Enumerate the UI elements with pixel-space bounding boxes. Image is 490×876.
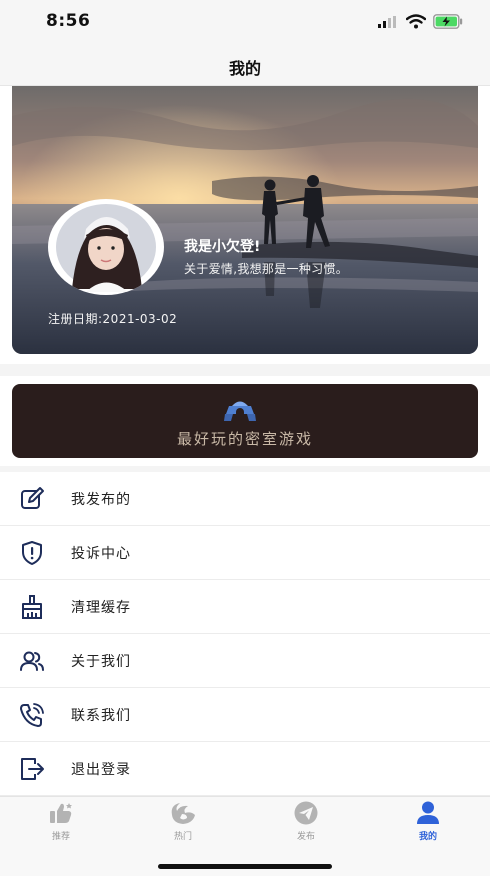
menu-item-complaint-center[interactable]: 投诉中心 <box>0 526 490 580</box>
logout-icon <box>21 758 44 780</box>
broom-icon <box>22 595 42 619</box>
shield-alert-icon <box>22 541 42 565</box>
game-banner[interactable]: 最好玩的密室游戏 <box>12 384 478 458</box>
users-icon <box>20 651 44 671</box>
menu-item-label: 联系我们 <box>71 708 131 724</box>
tab-mine[interactable]: 我的 <box>388 801 468 851</box>
phone-call-icon <box>20 703 44 727</box>
menu-item-contact-us[interactable]: 联系我们 <box>0 688 490 742</box>
send-icon <box>294 801 318 825</box>
menu-item-label: 我发布的 <box>71 492 131 508</box>
avatar[interactable] <box>48 199 164 295</box>
tab-label: 热门 <box>173 832 192 842</box>
user-icon <box>417 801 439 824</box>
banner-text: 最好玩的密室游戏 <box>176 430 313 448</box>
tab-publish[interactable]: 发布 <box>266 801 346 851</box>
page-title: 我的 <box>228 59 261 78</box>
thumbs-up-icon <box>50 803 72 823</box>
register-date-value: 2021-03-02 <box>102 312 178 326</box>
nav-bar: 我的 <box>0 44 490 86</box>
register-date-row: 注册日期:2021-03-02 <box>48 310 177 327</box>
username: 我是小欠登! <box>184 239 261 255</box>
status-bar: 8:56 <box>0 0 490 44</box>
menu-list: 我发布的 投诉中心 清理缓存 关于我们 联系我们 退出登录 <box>0 472 490 796</box>
menu-item-label: 关于我们 <box>71 654 131 670</box>
menu-item-about-us[interactable]: 关于我们 <box>0 634 490 688</box>
hot-swirl-icon <box>171 803 195 824</box>
register-date-label: 注册日期: <box>48 312 103 326</box>
avatar-image <box>56 204 156 292</box>
profile-card: 我是小欠登! 关于爱情,我想那是一种习惯。 注册日期:2021-03-02 <box>12 86 478 354</box>
user-bio: 关于爱情,我想那是一种习惯。 <box>184 262 349 276</box>
tab-label: 我的 <box>418 832 437 842</box>
signal-icon <box>378 16 396 28</box>
edit-icon <box>21 487 44 509</box>
menu-item-clear-cache[interactable]: 清理缓存 <box>0 580 490 634</box>
menu-item-my-posts[interactable]: 我发布的 <box>0 472 490 526</box>
status-time: 8:56 <box>46 11 91 31</box>
menu-item-label: 退出登录 <box>71 762 131 778</box>
tab-recommend[interactable]: 推荐 <box>21 801 101 851</box>
tab-hot[interactable]: 热门 <box>143 801 223 851</box>
battery-charging-icon <box>433 14 463 29</box>
menu-item-logout[interactable]: 退出登录 <box>0 742 490 796</box>
wifi-icon <box>406 14 426 29</box>
home-indicator <box>158 864 332 869</box>
tab-label: 发布 <box>296 832 315 842</box>
escape-room-logo-icon <box>224 401 256 421</box>
menu-item-label: 投诉中心 <box>71 546 131 562</box>
tab-label: 推荐 <box>51 832 70 842</box>
menu-item-label: 清理缓存 <box>71 600 131 616</box>
section-divider <box>0 364 490 376</box>
